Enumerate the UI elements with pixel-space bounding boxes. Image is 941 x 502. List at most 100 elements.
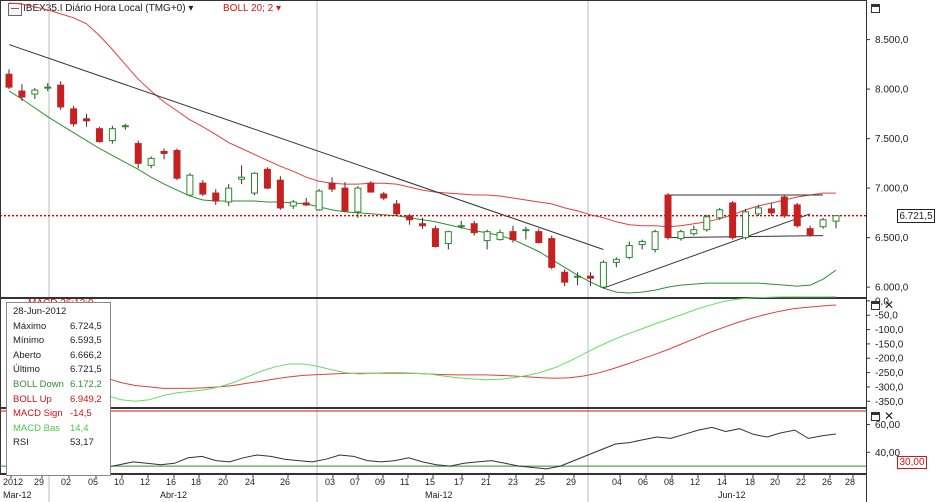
candle-up[interactable] — [716, 209, 724, 219]
candle-down[interactable] — [780, 196, 788, 217]
candle-up[interactable] — [121, 125, 129, 128]
gridlines — [48, 0, 589, 502]
rsi-level-tag: 30,00 — [897, 456, 927, 469]
price-axis-label: 6.500,0 — [875, 233, 909, 244]
date-label: 15 — [425, 477, 435, 487]
candle-up[interactable] — [238, 176, 246, 180]
candle-up[interactable] — [754, 207, 762, 215]
candle-up[interactable] — [44, 86, 52, 89]
date-label: 02 — [61, 477, 71, 487]
candle-up[interactable] — [625, 245, 633, 258]
info-label: RSI — [13, 437, 29, 449]
candle-down[interactable] — [341, 187, 349, 212]
candle-up[interactable] — [251, 172, 259, 194]
candle-up[interactable] — [147, 157, 155, 166]
candle-up[interactable] — [742, 211, 750, 239]
candle-up[interactable] — [651, 231, 659, 250]
candle-down[interactable] — [160, 150, 168, 154]
date-label: 06 — [638, 477, 648, 487]
candle-up[interactable] — [638, 241, 646, 246]
candle-down[interactable] — [95, 128, 103, 143]
candle-down[interactable] — [367, 182, 375, 193]
candle-down[interactable] — [302, 202, 310, 206]
candle-down[interactable] — [276, 179, 284, 209]
maximize-rsi-pane-button[interactable] — [871, 412, 880, 421]
price-axis-label: 7.000,0 — [875, 184, 909, 195]
candle-up[interactable] — [522, 229, 530, 232]
candle-down[interactable] — [561, 271, 569, 283]
candle-down[interactable] — [212, 192, 220, 202]
candle-up[interactable] — [444, 231, 452, 245]
candle-up[interactable] — [574, 275, 582, 278]
date-label: 21 — [481, 477, 491, 487]
candle-up[interactable] — [315, 190, 323, 211]
candle-up[interactable] — [354, 187, 362, 213]
candle-up[interactable] — [819, 219, 827, 228]
candle-up[interactable] — [186, 174, 194, 196]
candle-up[interactable] — [832, 215, 840, 222]
info-row: Último 6.721,5 — [13, 363, 110, 378]
candle-up[interactable] — [599, 261, 607, 288]
candle-down[interactable] — [406, 215, 414, 221]
info-value: 6.949,2 — [70, 393, 102, 405]
date-label: 23 — [508, 477, 518, 487]
candle-up[interactable] — [225, 187, 233, 203]
date-label: 08 — [664, 477, 674, 487]
candle-down[interactable] — [767, 208, 775, 214]
candle-up[interactable] — [612, 258, 620, 263]
candle-down[interactable] — [535, 231, 543, 244]
date-label: 24 — [245, 477, 255, 487]
boll-up-line — [8, 2, 836, 228]
price-axis-label: 6.000,0 — [875, 283, 909, 294]
candle-down[interactable] — [70, 108, 78, 125]
macd-base-line — [8, 296, 837, 402]
trendline[interactable] — [8, 44, 604, 250]
date-label: 03 — [325, 477, 335, 487]
date-label: 12 — [690, 477, 700, 487]
candle-down[interactable] — [419, 223, 426, 227]
candle-up[interactable] — [108, 128, 116, 142]
candle-up[interactable] — [31, 89, 39, 95]
date-label: 26 — [822, 477, 832, 487]
candle-down[interactable] — [263, 168, 271, 189]
date-label: 09 — [375, 477, 385, 487]
candle-down[interactable] — [328, 182, 336, 190]
macd-axis-label: -350,0 — [875, 397, 904, 408]
close-rsi-pane-icon[interactable]: ✕ — [884, 410, 894, 422]
candle-up[interactable] — [457, 225, 465, 228]
candle-down[interactable] — [199, 182, 207, 195]
candle-up[interactable] — [690, 229, 698, 235]
candle-down[interactable] — [431, 228, 439, 248]
candle-down[interactable] — [5, 73, 13, 88]
candle-down[interactable] — [806, 228, 814, 236]
chart-canvas[interactable]: MACD 26;12;9 8.500,0 8.000,0 7.500,0 7.000,… — [0, 0, 941, 502]
candle-down[interactable] — [509, 231, 517, 241]
candle-down[interactable] — [18, 90, 26, 98]
info-label: MACD Sign — [13, 408, 63, 420]
candle-up[interactable] — [703, 216, 711, 231]
date-label: 20 — [218, 477, 228, 487]
candle-up[interactable] — [496, 232, 504, 241]
macd-axis-label: -300,0 — [875, 382, 904, 393]
info-row: RSI 53,17 — [13, 436, 110, 451]
info-value: -14,5 — [70, 408, 92, 420]
candle-up[interactable] — [289, 201, 297, 207]
candle-up[interactable] — [483, 231, 491, 242]
maximize-macd-pane-button[interactable] — [871, 301, 880, 310]
candle-down[interactable] — [793, 204, 801, 227]
candle-down[interactable] — [548, 238, 556, 268]
info-label: Máximo — [13, 320, 47, 332]
close-macd-pane-icon[interactable]: ✕ — [884, 299, 894, 311]
candle-down[interactable] — [664, 194, 672, 239]
candle-up[interactable] — [677, 231, 685, 240]
candle-down[interactable] — [393, 203, 401, 215]
date-label: 28 — [845, 477, 855, 487]
candle-down[interactable] — [380, 193, 388, 199]
candle-down[interactable] — [729, 202, 737, 239]
candle-down[interactable] — [57, 84, 65, 108]
candle-down[interactable] — [134, 143, 142, 164]
candle-down[interactable] — [586, 275, 594, 279]
candle-down[interactable] — [83, 118, 91, 122]
candle-down[interactable] — [173, 149, 181, 179]
candle-down[interactable] — [470, 223, 478, 234]
